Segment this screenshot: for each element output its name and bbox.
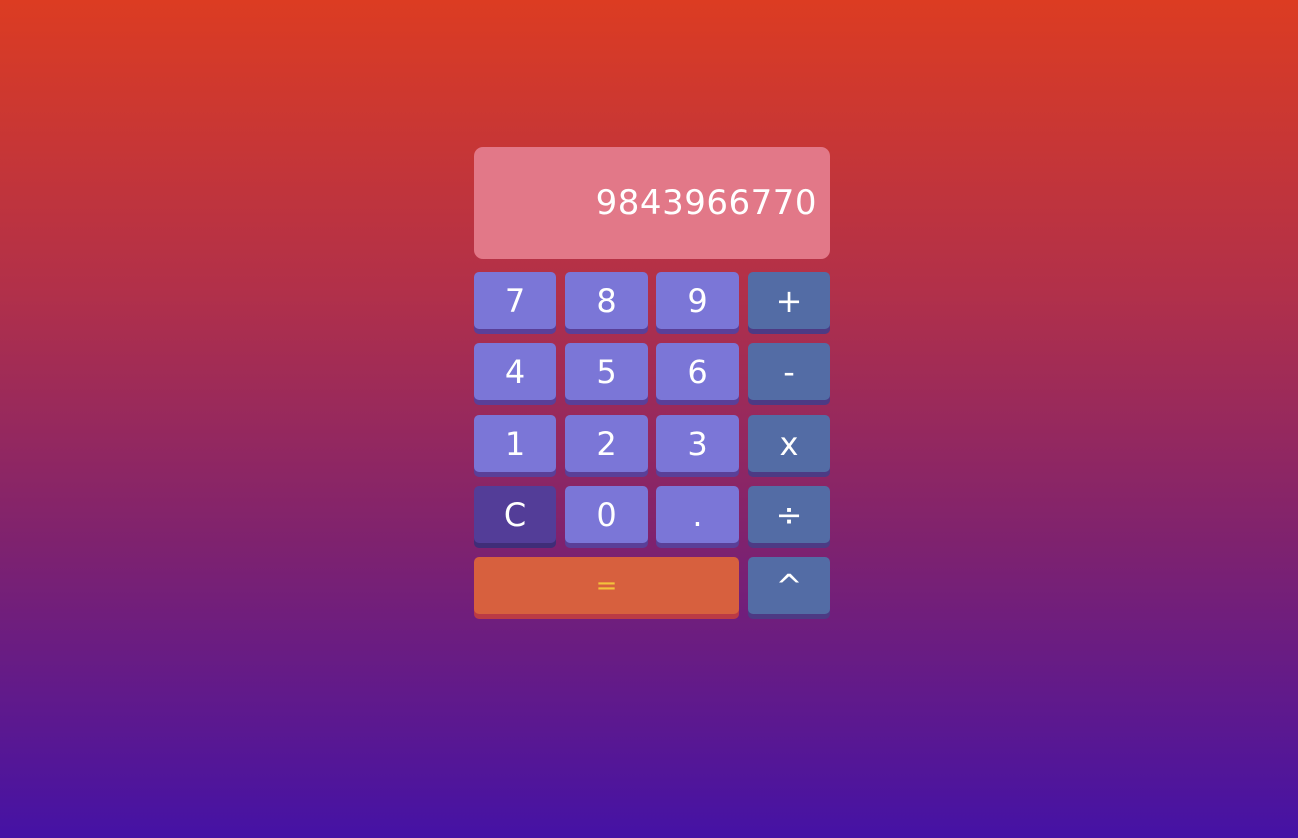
- key-6[interactable]: 6: [656, 343, 739, 400]
- key-plus[interactable]: +: [748, 272, 830, 329]
- key-multiply[interactable]: x: [748, 415, 830, 472]
- display-value: 9843966770: [595, 183, 817, 223]
- key-7[interactable]: 7: [474, 272, 556, 329]
- key-0[interactable]: 0: [565, 486, 648, 543]
- key-9[interactable]: 9: [656, 272, 739, 329]
- key-1[interactable]: 1: [474, 415, 556, 472]
- key-2[interactable]: 2: [565, 415, 648, 472]
- key-8[interactable]: 8: [565, 272, 648, 329]
- key-4[interactable]: 4: [474, 343, 556, 400]
- key-3[interactable]: 3: [656, 415, 739, 472]
- keypad: 7 8 9 + 4 5 6 - 1 2 3 x C 0 . ÷ = ^: [474, 272, 830, 620]
- calculator-display: 9843966770: [474, 147, 830, 259]
- key-power[interactable]: ^: [748, 557, 830, 614]
- key-equals[interactable]: =: [474, 557, 739, 614]
- key-divide[interactable]: ÷: [748, 486, 830, 543]
- key-decimal[interactable]: .: [656, 486, 739, 543]
- key-clear[interactable]: C: [474, 486, 556, 543]
- key-5[interactable]: 5: [565, 343, 648, 400]
- calculator: 9843966770 7 8 9 + 4 5 6 - 1 2 3 x C 0 .…: [474, 147, 830, 620]
- key-minus[interactable]: -: [748, 343, 830, 400]
